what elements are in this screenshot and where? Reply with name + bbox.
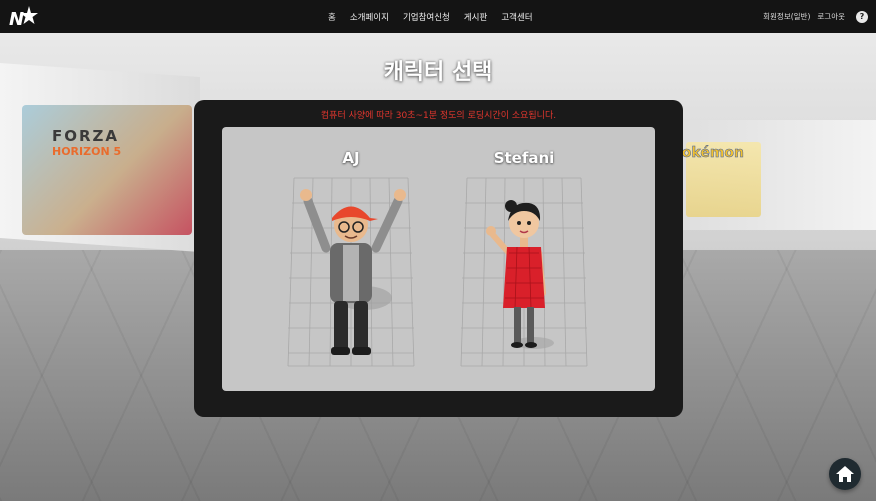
- page-title: 캐릭터 선택: [383, 60, 493, 85]
- home-button[interactable]: [829, 458, 861, 490]
- character-card-aj[interactable]: AJ: [281, 127, 421, 391]
- nav-item-board[interactable]: 게시판: [464, 11, 487, 23]
- logout-link[interactable]: 로그아웃: [817, 11, 845, 22]
- scene-poster-left: [22, 105, 192, 235]
- nav-item-home[interactable]: 홈: [328, 11, 336, 23]
- character-card-stefani[interactable]: Stefani: [454, 127, 594, 391]
- character-select-area: AJ Stefani: [222, 127, 655, 391]
- loading-notice: 컴퓨터 사양에 따라 30초~1분 정도의 로딩시간이 소요됩니다.: [320, 111, 557, 121]
- character-name: AJ: [342, 149, 360, 167]
- question-circle-icon[interactable]: ?: [856, 10, 868, 23]
- nav-item-company-apply[interactable]: 기업참여신청: [403, 11, 450, 23]
- nav-item-intro[interactable]: 소개페이지: [350, 11, 389, 23]
- main-nav: 홈 소개페이지 기업참여신청 게시판 고객센터: [328, 0, 533, 33]
- nx-star-logo-icon[interactable]: N: [8, 4, 38, 30]
- profile-link[interactable]: 회원정보(일반): [763, 11, 810, 22]
- character-avatar-aj: [287, 177, 415, 367]
- character-name: Stefani: [493, 149, 555, 167]
- nav-item-support[interactable]: 고객센터: [501, 11, 532, 23]
- home-icon: [836, 466, 854, 482]
- top-navigation-bar: N 홈 소개페이지 기업참여신청 게시판 고객센터 회원정보(일반) 로그아웃 …: [0, 0, 876, 33]
- svg-text:N: N: [9, 9, 24, 29]
- user-menu: 회원정보(일반) 로그아웃 ?: [763, 0, 868, 33]
- character-select-panel: 컴퓨터 사양에 따라 30초~1분 정도의 로딩시간이 소요됩니다. AJ St…: [194, 100, 683, 417]
- scene-poster-left-logo: FORZA HORIZON 5: [52, 127, 122, 158]
- character-avatar-stefani: [460, 177, 588, 367]
